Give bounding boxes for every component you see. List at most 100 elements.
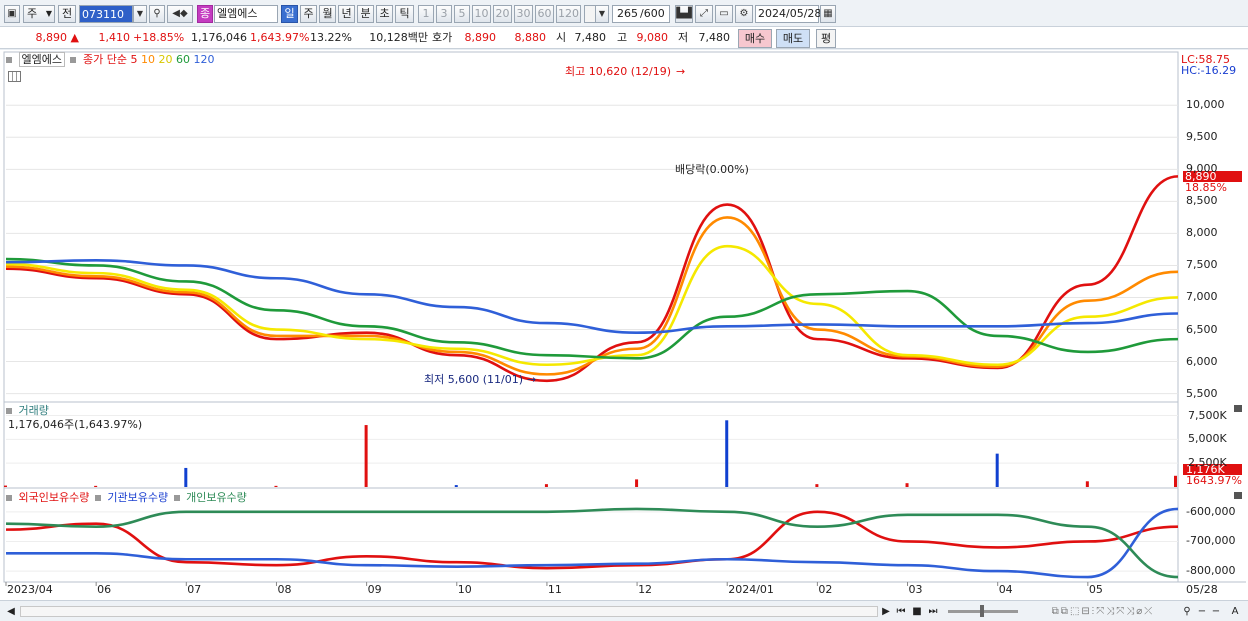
tab-period-year[interactable]: 년 — [338, 5, 355, 23]
holding-tick-label: -800,000 — [1186, 564, 1236, 578]
x-tick-label: 06 — [97, 583, 112, 596]
code-dropdown-icon[interactable]: ▼ — [133, 5, 147, 23]
x-tick-label: 08 — [277, 583, 292, 596]
interval-30[interactable]: 30 — [514, 5, 533, 23]
horizontal-scrollbar[interactable] — [20, 606, 878, 617]
chart-area[interactable]: 엘엠에스 종가 단순 5 10 20 60 120 LC:58.75 HC:-1… — [0, 50, 1248, 600]
price-tick-label: 9,000 — [1186, 162, 1218, 176]
speaker-icon[interactable]: ◀◆ — [167, 5, 193, 23]
volume-tick-label: 2,500K — [1188, 456, 1227, 470]
tab-period-day[interactable]: 일 — [281, 5, 298, 23]
zoom-reset-icon[interactable]: − — [1210, 604, 1222, 619]
bottom-bar: ◀ ▶ ⏮ ■ ⏭ ⧉⧉⬚⊟⫶⤧⤨⤧⤨⌀⤫ ⚲ − − A — [0, 600, 1248, 621]
interval-120[interactable]: 120 — [556, 5, 581, 23]
zoom-out-icon[interactable]: − — [1196, 604, 1208, 619]
x-tick-label: 11 — [547, 583, 562, 596]
volume-bar — [454, 485, 458, 487]
price-tick-label: 9,500 — [1186, 130, 1218, 144]
price-tick-label: 10,000 — [1186, 98, 1225, 112]
panel-close-icon[interactable] — [1234, 405, 1242, 412]
volume-pct: 1,643.97% — [250, 31, 310, 44]
legend-ma5[interactable]: 5 — [130, 53, 137, 66]
price-change-pct: +18.85% — [133, 31, 185, 44]
date-field[interactable]: 2024/05/28 — [755, 5, 821, 23]
holding-tick-label: -600,000 — [1186, 504, 1236, 518]
legend-stock-name[interactable]: 엘엠에스 — [18, 52, 65, 67]
interval-20[interactable]: 20 — [493, 5, 512, 23]
volume-value-label: 1,176,046주(1,643.97%) — [8, 418, 143, 431]
legend-ma20[interactable]: 20 — [158, 53, 172, 66]
interval-dropdown-icon[interactable]: ▼ — [595, 5, 609, 23]
tab-period-tick[interactable]: 틱 — [395, 5, 414, 23]
up-arrow-icon: ▲ — [70, 31, 79, 44]
price-tick-label: 8,500 — [1186, 194, 1218, 208]
interval-5[interactable]: 5 — [454, 5, 470, 23]
price-tick-label: 5,500 — [1186, 386, 1218, 400]
window-menu-icon[interactable]: ▣ — [4, 5, 20, 23]
legend-square-icon — [70, 56, 77, 63]
legend-institution[interactable]: 기관보유수량 — [107, 491, 168, 504]
legend-ma60[interactable]: 60 — [176, 53, 190, 66]
tab-period-month[interactable]: 월 — [319, 5, 336, 23]
interval-3[interactable]: 3 — [436, 5, 452, 23]
stock-code-input[interactable] — [79, 5, 133, 23]
low-annotation: 최저 5,600 (11/01) — [424, 373, 524, 386]
prev-button[interactable]: 전 — [58, 5, 76, 23]
current-price: 8,890 ▲ — [4, 31, 79, 45]
count-total: /600 — [640, 5, 670, 23]
volume-bar — [274, 485, 278, 487]
price-tick-label: 6,000 — [1186, 354, 1218, 368]
buy-button[interactable]: 매수 — [738, 29, 772, 48]
search-icon[interactable]: ⚲ — [149, 5, 165, 23]
interval-10[interactable]: 10 — [472, 5, 491, 23]
volume-bar — [905, 483, 909, 487]
sell-button[interactable]: 매도 — [776, 29, 810, 48]
zoom-slider-thumb[interactable] — [980, 605, 984, 617]
indicator-icon[interactable]: ▙▟ — [675, 5, 693, 23]
calendar-icon[interactable]: ▦ — [820, 5, 836, 23]
chart-svg — [3, 51, 1246, 586]
panel-close-icon[interactable] — [1234, 492, 1242, 499]
x-tick-label: 05 — [1088, 583, 1103, 596]
price-change: 1,410 — [98, 31, 131, 44]
avg-button[interactable]: 평 — [816, 29, 836, 48]
x-tick-label: 07 — [187, 583, 202, 596]
tab-period-second[interactable]: 초 — [376, 5, 393, 23]
volume-bar — [4, 485, 7, 487]
period-select-value: 주 — [27, 7, 38, 20]
turnover-pct: 13.22% — [310, 31, 352, 44]
stop-icon[interactable]: ■ — [910, 604, 924, 619]
legend-ma-prefix[interactable]: 종가 단순 — [83, 53, 127, 66]
scroll-left-icon[interactable]: ◀ — [4, 604, 18, 619]
current-price-value: 8,890 — [35, 31, 68, 44]
save-icon[interactable]: ▭ — [715, 5, 733, 23]
legend-ma120[interactable]: 120 — [193, 53, 214, 66]
legend-foreign[interactable]: 외국인보유수량 — [19, 491, 90, 504]
volume-bar — [815, 484, 819, 487]
period-select[interactable]: 주 ▼ — [23, 5, 55, 23]
legend-ma10[interactable]: 10 — [141, 53, 155, 66]
x-tick-label: 04 — [998, 583, 1013, 596]
low-label: 저 — [678, 31, 689, 44]
zoom-search-icon[interactable]: ⚲ — [1180, 604, 1194, 619]
volume-bar — [725, 420, 729, 487]
volume-title[interactable]: 거래량 — [19, 404, 49, 417]
scroll-right-icon[interactable]: ▶ — [880, 604, 892, 619]
stock-name-field[interactable]: 엘엠에스 — [214, 5, 278, 23]
legend-individual[interactable]: 개인보유수량 — [186, 491, 247, 504]
settings-gear-icon[interactable]: ⚙ — [735, 5, 753, 23]
grid-toggle-icon[interactable] — [8, 71, 21, 82]
volume-legend: 거래량 — [4, 404, 49, 418]
jump-end-icon[interactable]: ⏭ — [926, 604, 940, 619]
count-input[interactable]: 265 — [612, 5, 640, 23]
low-price: 7,480 — [698, 31, 731, 44]
compare-icon[interactable]: ⤢ — [695, 5, 713, 23]
legend-square-icon — [173, 494, 180, 501]
interval-1[interactable]: 1 — [418, 5, 434, 23]
tab-period-week[interactable]: 주 — [300, 5, 317, 23]
tool-icons[interactable]: ⧉⧉⬚⊟⫶⤧⤨⤧⤨⌀⤫ — [1028, 604, 1178, 619]
tab-period-minute[interactable]: 분 — [357, 5, 374, 23]
font-size-icon[interactable]: A — [1228, 604, 1242, 619]
jump-start-icon[interactable]: ⏮ — [894, 604, 908, 619]
interval-60[interactable]: 60 — [535, 5, 554, 23]
